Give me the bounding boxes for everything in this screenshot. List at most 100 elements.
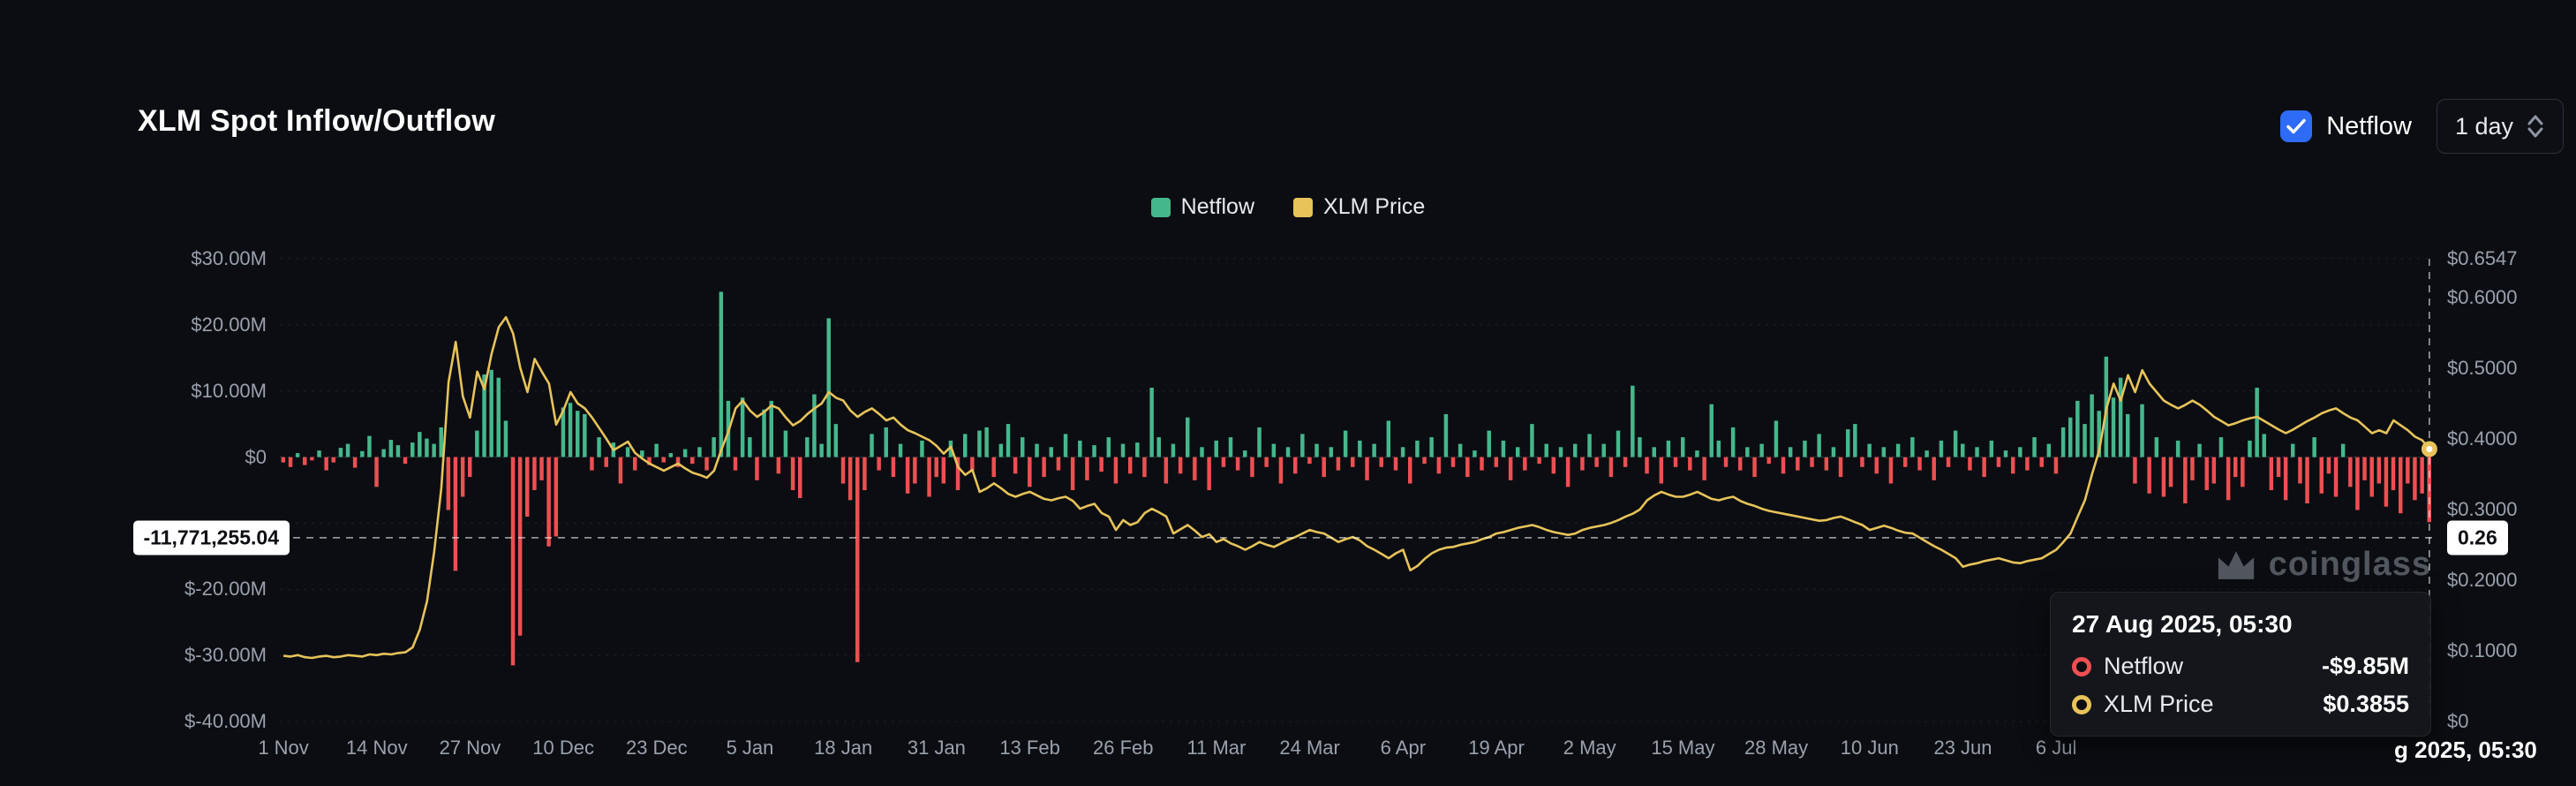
netflow-bar bbox=[1767, 457, 1771, 465]
netflow-bar bbox=[1982, 457, 1985, 478]
netflow-bar bbox=[2169, 457, 2173, 487]
netflow-bar bbox=[576, 411, 579, 457]
netflow-bar bbox=[317, 450, 320, 457]
netflow-bar bbox=[2327, 457, 2331, 474]
netflow-bar bbox=[1107, 437, 1111, 457]
netflow-bar bbox=[1587, 434, 1591, 457]
netflow-bar bbox=[1415, 441, 1419, 457]
netflow-bar bbox=[834, 424, 838, 457]
chart-tooltip: 27 Aug 2025, 05:30 Netflow -$9.85M XLM P… bbox=[2050, 592, 2431, 737]
netflow-bar bbox=[1961, 444, 1964, 457]
netflow-bar bbox=[1142, 457, 1146, 478]
netflow-bar bbox=[554, 457, 558, 537]
netflow-bar bbox=[1602, 444, 1606, 457]
netflow-bar bbox=[899, 444, 902, 457]
netflow-bar bbox=[1465, 457, 1469, 478]
netflow-bar bbox=[819, 444, 823, 457]
netflow-bar bbox=[2413, 457, 2416, 501]
tooltip-row-label: Netflow bbox=[2104, 653, 2183, 680]
netflow-bar bbox=[748, 437, 751, 457]
netflow-bar bbox=[1149, 388, 1153, 457]
netflow-bar bbox=[324, 457, 328, 471]
netflow-bar bbox=[1594, 457, 1598, 467]
netflow-bar bbox=[2133, 457, 2136, 484]
netflow-bar bbox=[1387, 420, 1390, 457]
netflow-bar bbox=[877, 457, 880, 471]
netflow-bar bbox=[1473, 450, 1476, 457]
netflow-bar bbox=[2248, 441, 2251, 457]
netflow-bar bbox=[1580, 457, 1584, 471]
netflow-bar bbox=[1200, 447, 1203, 457]
netflow-bar bbox=[770, 401, 773, 457]
netflow-bar bbox=[2075, 401, 2079, 457]
netflow-bar bbox=[1372, 444, 1375, 457]
netflow-bar bbox=[633, 457, 636, 471]
netflow-bar bbox=[892, 457, 895, 478]
netflow-bar bbox=[1997, 457, 2000, 467]
netflow-bar bbox=[2348, 457, 2352, 487]
netflow-bar bbox=[1071, 457, 1074, 490]
netflow-bar bbox=[403, 457, 407, 465]
netflow-bar bbox=[741, 397, 744, 457]
netflow-bar bbox=[590, 457, 593, 471]
netflow-bar bbox=[2391, 457, 2395, 490]
netflow-bar bbox=[1896, 444, 1900, 457]
netflow-bar bbox=[935, 457, 938, 478]
netflow-bar bbox=[1114, 457, 1118, 484]
netflow-bar bbox=[1552, 457, 1555, 474]
netflow-bar bbox=[2183, 457, 2187, 503]
netflow-bar bbox=[310, 457, 313, 461]
netflow-bar bbox=[289, 457, 292, 467]
netflow-bar bbox=[1300, 434, 1304, 457]
netflow-bar bbox=[1408, 457, 1412, 484]
tooltip-row-xlm-price: XLM Price $0.3855 bbox=[2072, 691, 2409, 718]
netflow-bar bbox=[597, 437, 600, 457]
netflow-bar bbox=[1975, 447, 1978, 457]
netflow-bar bbox=[296, 453, 299, 457]
netflow-bar bbox=[454, 457, 457, 571]
netflow-bar bbox=[1789, 447, 1792, 457]
netflow-bar bbox=[1164, 457, 1168, 484]
netflow-bar bbox=[605, 457, 608, 467]
netflow-bar bbox=[1193, 457, 1196, 480]
netflow-bar bbox=[1638, 437, 1641, 457]
netflow-bar bbox=[1731, 427, 1735, 457]
netflow-bar bbox=[2298, 457, 2301, 484]
netflow-bar bbox=[1458, 444, 1462, 457]
netflow-bar bbox=[497, 378, 501, 457]
netflow-bar bbox=[461, 457, 464, 497]
netflow-bar bbox=[475, 431, 478, 457]
netflow-bar bbox=[1057, 457, 1060, 471]
netflow-bar bbox=[2004, 450, 2007, 457]
netflow-bar bbox=[1488, 431, 1491, 457]
netflow-bar bbox=[2305, 457, 2309, 503]
netflow-bar bbox=[1940, 441, 1943, 457]
netflow-bar bbox=[389, 440, 393, 457]
netflow-bar bbox=[697, 447, 701, 457]
netflow-bar bbox=[2162, 457, 2165, 497]
netflow-bar bbox=[2197, 444, 2201, 457]
netflow-bar bbox=[2025, 457, 2029, 471]
netflow-bar bbox=[1006, 424, 1010, 457]
netflow-bar bbox=[2399, 457, 2402, 514]
netflow-bar bbox=[1293, 457, 1297, 474]
netflow-bar bbox=[1444, 414, 1448, 457]
netflow-bar bbox=[1286, 447, 1290, 457]
netflow-bar bbox=[468, 457, 471, 478]
netflow-bar bbox=[1623, 457, 1627, 467]
netflow-bar bbox=[942, 457, 945, 484]
netflow-bar bbox=[870, 434, 873, 457]
tooltip-title: 27 Aug 2025, 05:30 bbox=[2072, 610, 2409, 639]
netflow-bar bbox=[1660, 457, 1663, 484]
tooltip-row-value: $0.3855 bbox=[2323, 691, 2409, 718]
netflow-bar bbox=[1171, 444, 1175, 457]
xlm-price-marker-icon bbox=[2072, 695, 2091, 714]
netflow-bar bbox=[784, 431, 787, 457]
netflow-bar bbox=[2090, 395, 2093, 457]
netflow-bar bbox=[2112, 397, 2115, 457]
netflow-bar bbox=[303, 457, 306, 465]
tooltip-row-netflow: Netflow -$9.85M bbox=[2072, 653, 2409, 680]
netflow-bar bbox=[1236, 457, 1239, 471]
netflow-bar bbox=[1013, 457, 1017, 474]
netflow-bar bbox=[1272, 444, 1276, 457]
